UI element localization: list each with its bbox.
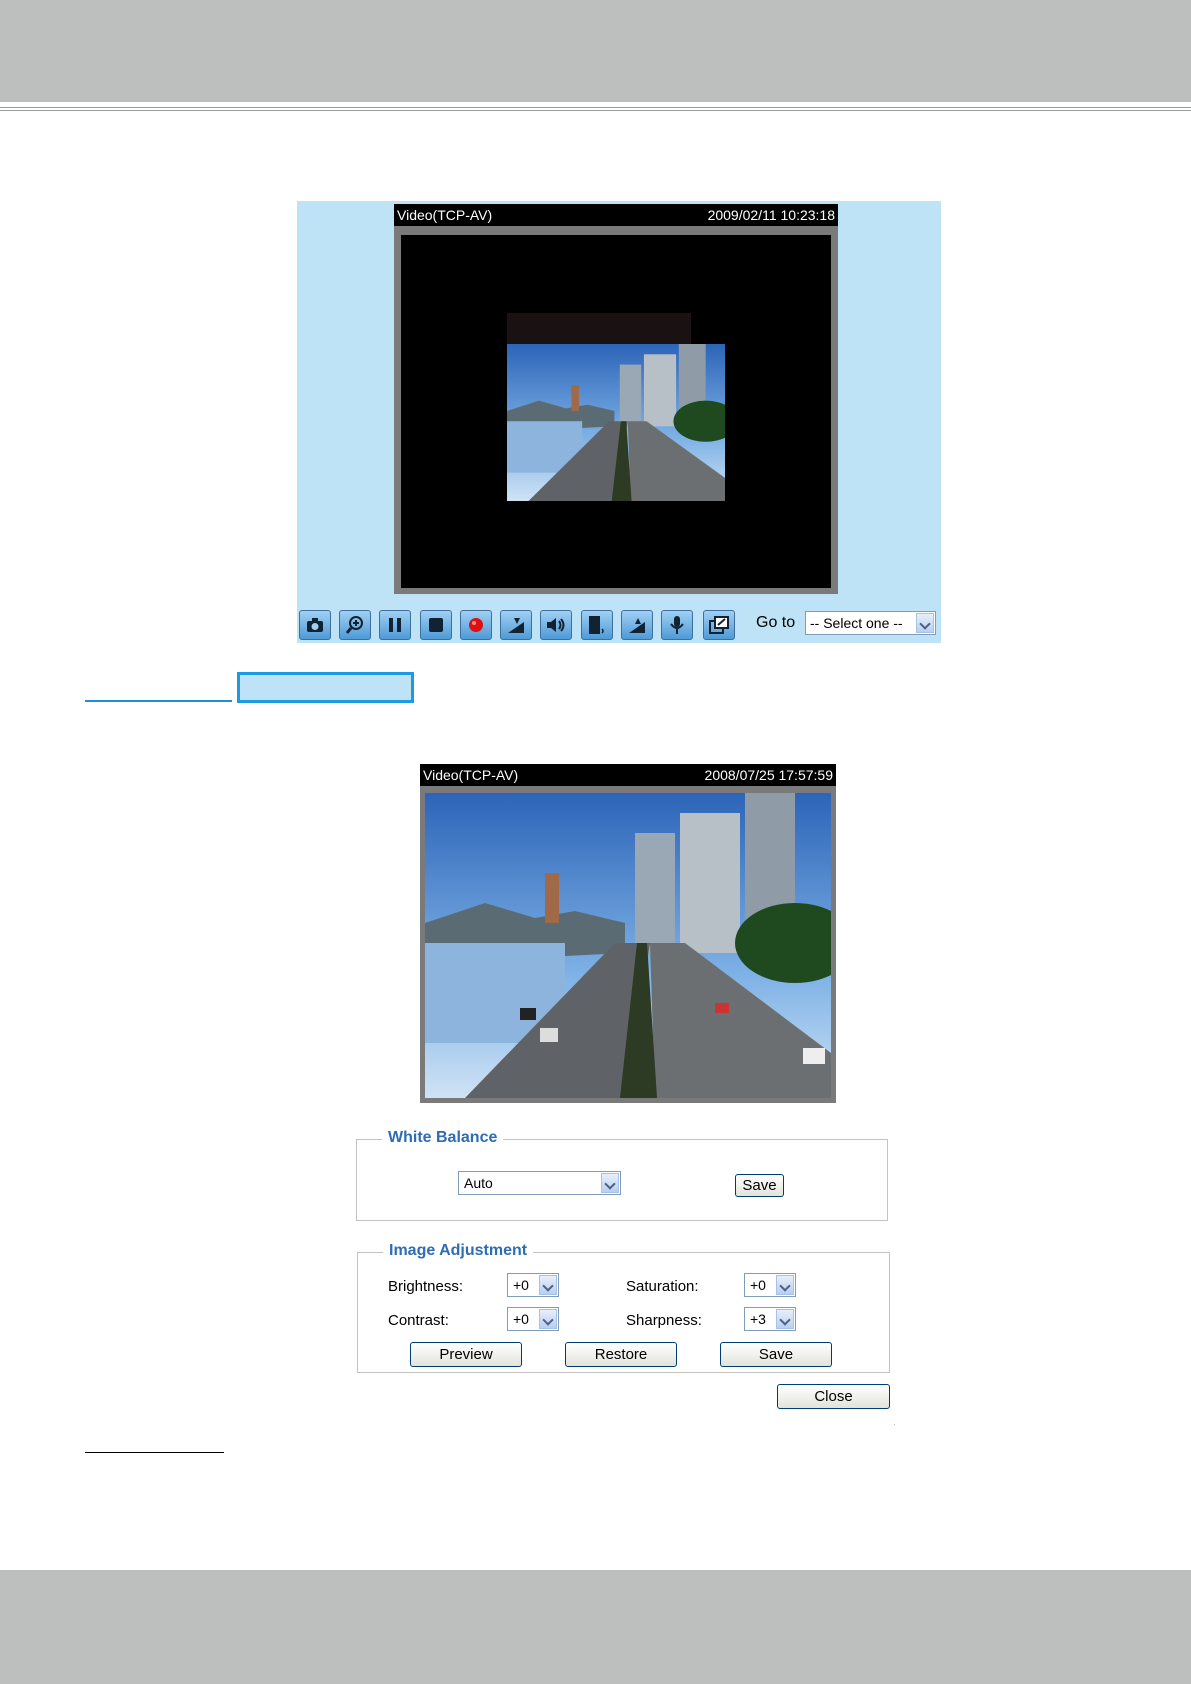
saturation-select[interactable]: +0 xyxy=(744,1273,796,1297)
saturation-value: +0 xyxy=(750,1277,766,1293)
highlighted-link-box[interactable] xyxy=(237,672,414,703)
camera-icon[interactable] xyxy=(299,610,331,640)
chevron-down-icon[interactable] xyxy=(916,613,934,633)
white-balance-save-button[interactable]: Save xyxy=(735,1174,784,1197)
header-rule xyxy=(0,110,1191,111)
link-underline[interactable] xyxy=(85,700,232,702)
video-caption-bar: Video(TCP-AV) 2008/07/25 17:57:59 xyxy=(420,764,836,786)
page-footer-band xyxy=(0,1570,1191,1684)
contrast-select[interactable]: +0 xyxy=(507,1307,559,1331)
preview-button[interactable]: Preview xyxy=(410,1342,522,1367)
video-image xyxy=(507,344,725,501)
link-underline[interactable] xyxy=(85,1452,224,1453)
white-balance-value: Auto xyxy=(464,1175,493,1191)
chevron-down-icon[interactable] xyxy=(776,1275,794,1295)
sharpness-label: Sharpness: xyxy=(626,1312,702,1329)
volume-up-icon[interactable] xyxy=(621,610,653,640)
goto-selected-value: -- Select one -- xyxy=(810,615,903,631)
page-header-band xyxy=(0,0,1191,102)
brightness-value: +0 xyxy=(513,1277,529,1293)
video-timestamp: 2009/02/11 10:23:18 xyxy=(707,207,835,223)
sharpness-select[interactable]: +3 xyxy=(744,1307,796,1331)
video-protocol-label: Video(TCP-AV) xyxy=(423,767,519,783)
window-corner-mark xyxy=(894,1424,895,1425)
chevron-down-icon[interactable] xyxy=(776,1309,794,1329)
record-icon[interactable] xyxy=(460,610,492,640)
white-balance-section: White Balance xyxy=(356,1129,888,1221)
saturation-label: Saturation: xyxy=(626,1278,699,1295)
zoom-icon[interactable] xyxy=(339,610,371,640)
brightness-select[interactable]: +0 xyxy=(507,1273,559,1297)
white-balance-select[interactable]: Auto xyxy=(458,1171,621,1195)
contrast-label: Contrast: xyxy=(388,1312,449,1329)
microphone-icon[interactable] xyxy=(661,610,693,640)
image-adjustment-save-button[interactable]: Save xyxy=(720,1342,832,1367)
talk-icon[interactable] xyxy=(581,610,613,640)
fullscreen-icon[interactable] xyxy=(703,610,735,640)
close-button[interactable]: Close xyxy=(777,1384,890,1409)
video-timestamp: 2008/07/25 17:57:59 xyxy=(704,767,833,783)
brightness-label: Brightness: xyxy=(388,1278,464,1295)
stop-icon[interactable] xyxy=(420,610,452,640)
white-balance-legend: White Balance xyxy=(382,1129,504,1147)
chevron-down-icon[interactable] xyxy=(539,1309,557,1329)
video-caption-bar: Video(TCP-AV) 2009/02/11 10:23:18 xyxy=(394,204,838,226)
chevron-down-icon[interactable] xyxy=(539,1275,557,1295)
contrast-value: +0 xyxy=(513,1311,529,1327)
goto-label: Go to xyxy=(756,614,796,631)
chevron-down-icon[interactable] xyxy=(601,1173,619,1193)
pause-icon[interactable] xyxy=(379,610,411,640)
image-adjustment-legend: Image Adjustment xyxy=(383,1242,534,1260)
privacy-mask-area xyxy=(507,313,691,344)
video-protocol-label: Video(TCP-AV) xyxy=(397,207,493,223)
restore-button[interactable]: Restore xyxy=(565,1342,677,1367)
video-image xyxy=(425,793,831,1098)
goto-preset-select[interactable]: -- Select one -- xyxy=(805,611,936,635)
sharpness-value: +3 xyxy=(750,1311,766,1327)
speaker-icon[interactable] xyxy=(540,610,572,640)
header-rule xyxy=(0,107,1191,108)
volume-down-icon[interactable] xyxy=(500,610,532,640)
